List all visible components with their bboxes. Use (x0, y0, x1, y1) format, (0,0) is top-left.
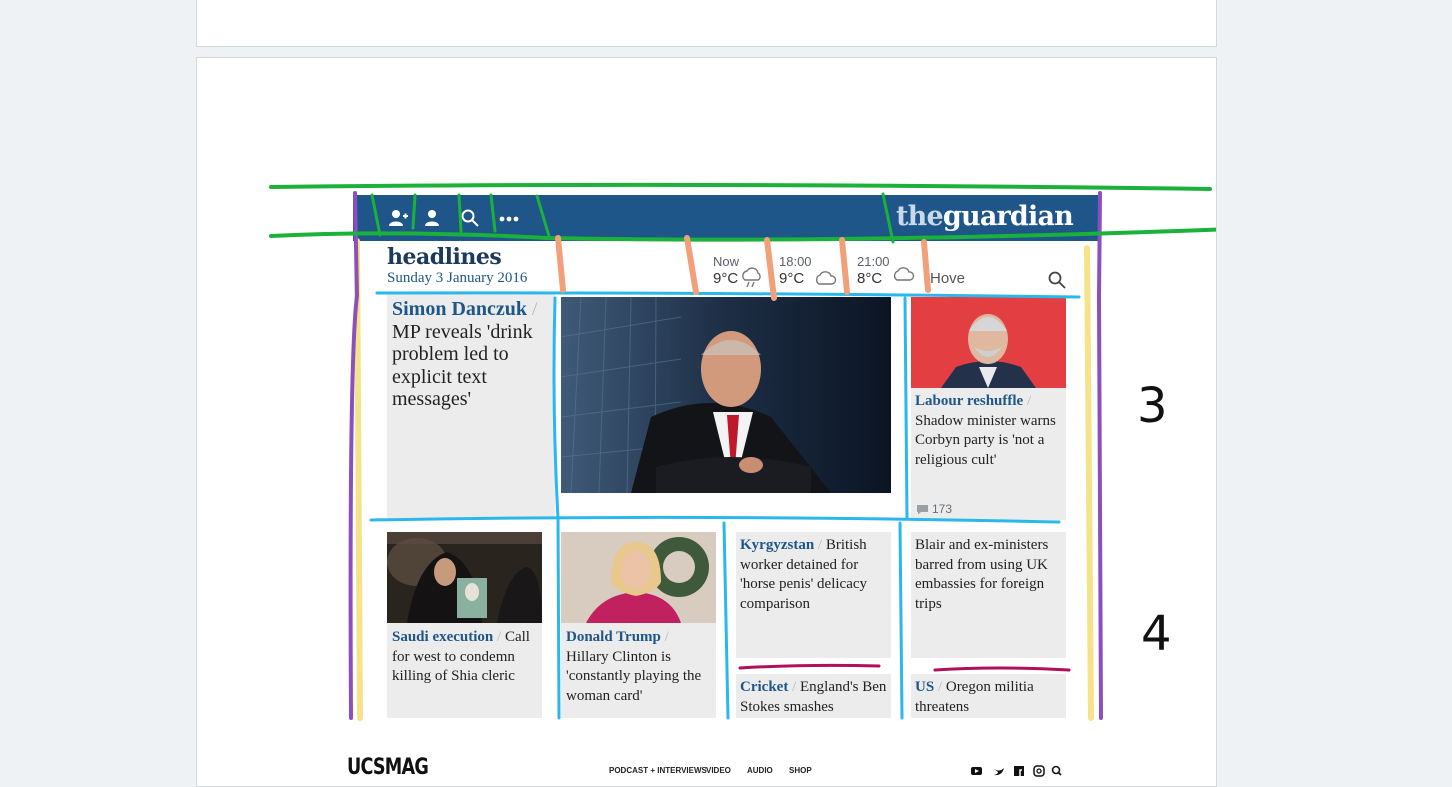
green-line-1 (269, 182, 1212, 191)
green-tick-6 (881, 192, 895, 244)
nav-video[interactable]: VIDEO (706, 766, 731, 775)
nav-shop[interactable]: SHOP (789, 766, 812, 775)
previous-card (196, 0, 1217, 47)
green-tick-3 (457, 193, 463, 233)
ucsmag-logo[interactable]: UCSMAG (347, 755, 429, 780)
orange-line-2 (684, 235, 699, 295)
green-tick-2 (411, 193, 417, 230)
green-tick-4 (489, 193, 497, 233)
yellow-line-left (354, 238, 363, 721)
orange-line-1 (555, 235, 566, 293)
twitter-icon[interactable] (993, 768, 1004, 776)
instagram-icon[interactable] (1033, 765, 1045, 777)
facebook-icon[interactable] (1014, 766, 1024, 776)
magenta-line-1 (738, 663, 881, 670)
green-line-2 (269, 227, 1216, 242)
social-icons (971, 765, 1062, 777)
cyan-line-1 (375, 291, 1081, 299)
annotation-number-3: 3 (1137, 378, 1168, 434)
orange-line-3 (764, 237, 777, 301)
green-tick-1 (370, 193, 382, 237)
yellow-line-right (1084, 245, 1094, 721)
search-icon[interactable] (1051, 765, 1062, 776)
cyan-line-6 (898, 521, 904, 720)
cyan-line-2 (369, 515, 1061, 524)
cyan-line-4 (903, 296, 909, 520)
orange-line-5 (921, 239, 931, 293)
annotation-number-4: 4 (1141, 606, 1172, 662)
nav-audio[interactable]: AUDIO (747, 766, 773, 775)
youtube-icon[interactable] (971, 767, 982, 775)
green-tick-5 (535, 194, 551, 238)
orange-line-4 (839, 237, 850, 295)
cyan-line-5 (722, 521, 730, 720)
nav-podcast[interactable]: PODCAST + INTERVIEWS (609, 766, 707, 775)
screenshot-card: theguardian headlines Sunday 3 January 2… (196, 57, 1217, 787)
purple-line-right (1097, 191, 1103, 720)
magenta-line-2 (933, 666, 1071, 672)
annotation-overlay (269, 182, 1216, 721)
cyan-line-3 (552, 296, 561, 720)
